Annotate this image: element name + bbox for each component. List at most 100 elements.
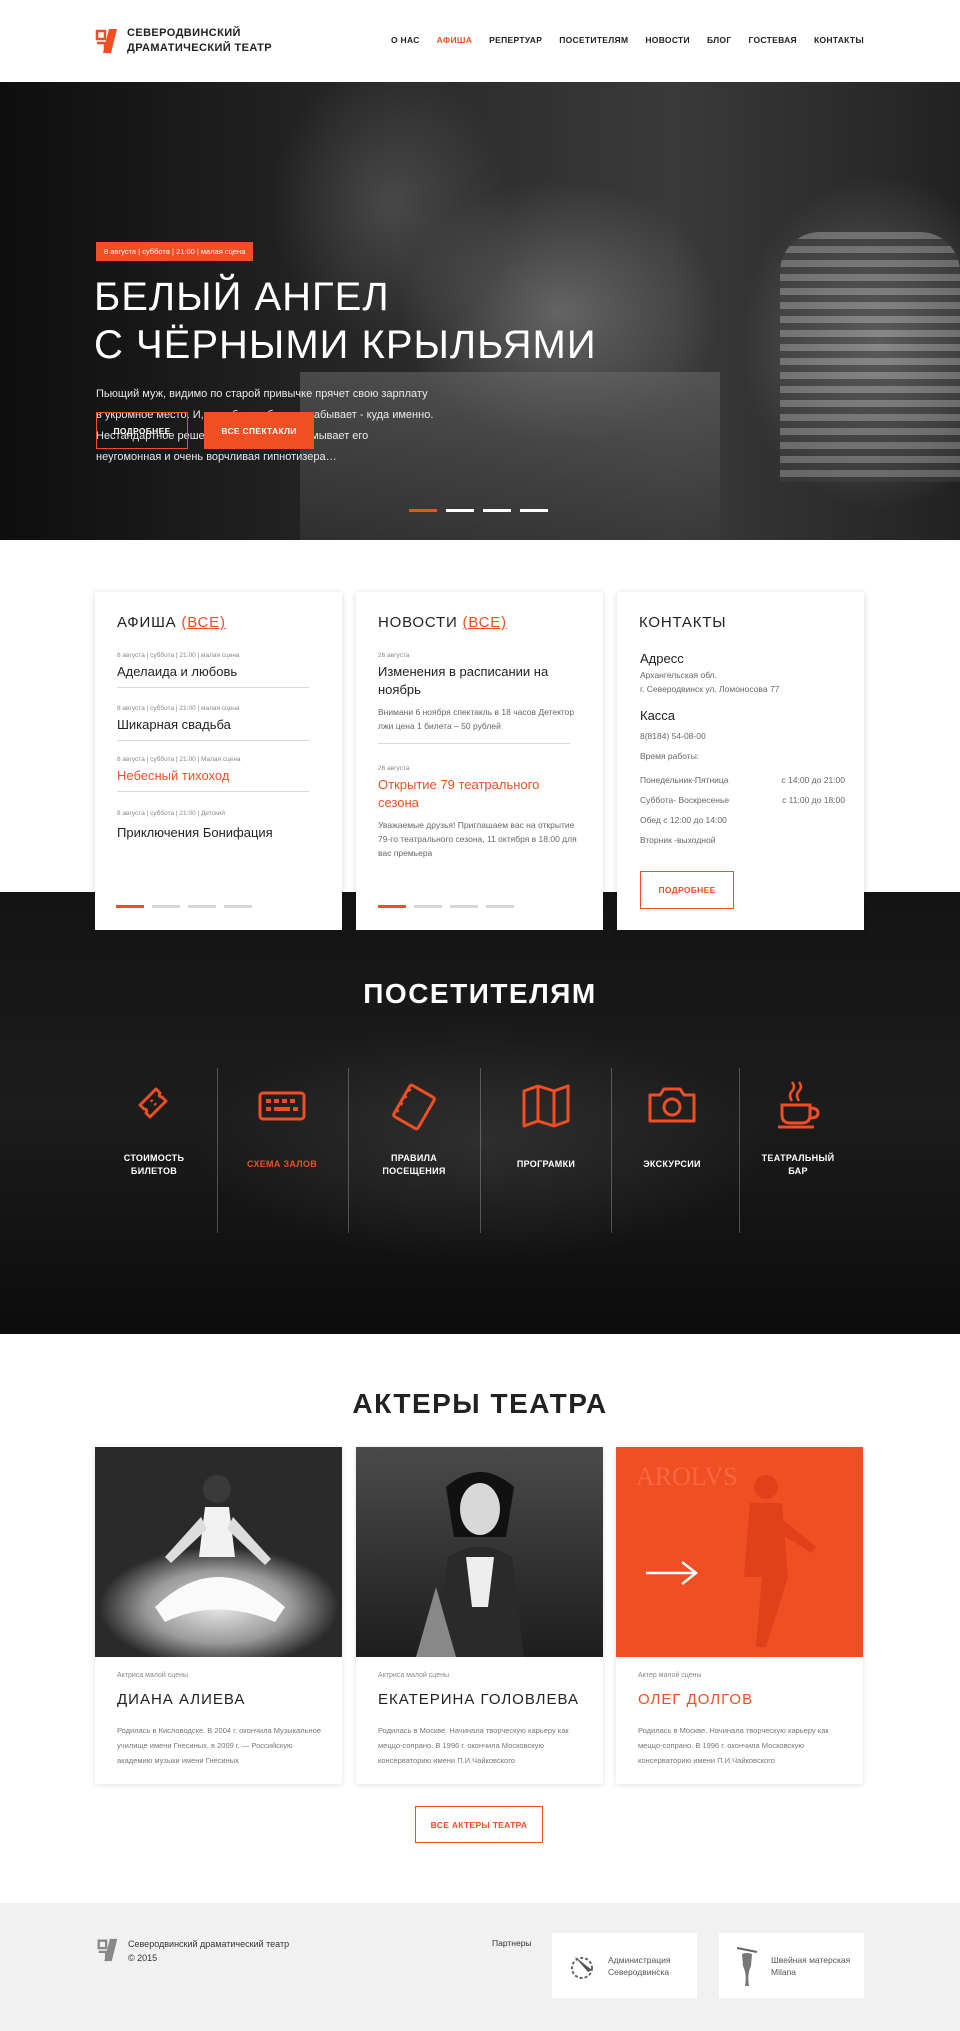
actor-name: ДИАНА АЛИЕВА [117, 1691, 246, 1708]
hero-scene-actor [780, 232, 960, 482]
partner-administration[interactable]: Администрация Северодвинска [552, 1933, 697, 1998]
logo[interactable]: Северодвинский драматический театр [95, 26, 272, 56]
afisha-event[interactable]: 8 августа | суббота | 21:00 | малая сцен… [117, 652, 309, 688]
event-meta: 8 августа | суббота | 21:00 | малая сцен… [117, 652, 240, 659]
visitor-item-bar[interactable]: ТЕАТРАЛЬНЫЙ БАР [733, 1070, 863, 1178]
event-meta: 8 августа | суббота | 21:00 | Малая сцен… [117, 756, 241, 763]
day-off: Вторник -выходной [640, 835, 716, 845]
actor-photo [95, 1447, 342, 1657]
opening-hours: Понедельник-Пятница с 14:00 до 21:00 Субб… [640, 770, 845, 850]
actor-role: Актер малой сцены [638, 1672, 702, 1679]
afisha-all-link[interactable]: (ВСЕ) [181, 614, 225, 631]
address-line: г. Северодвинск ул. Ломоносова 77 [640, 684, 780, 694]
address-label: Адресс [640, 651, 684, 666]
hero-title-line2: С ЧЁРНЫМИ КРЫЛЬЯМИ [94, 323, 597, 367]
nav-blog[interactable]: БЛОГ [707, 35, 732, 45]
actor-card[interactable]: AROLVS Актер малой сцены ОЛЕГ ДОЛГОВ Род… [616, 1447, 863, 1784]
pager-dot[interactable] [486, 905, 514, 908]
nav-guestbook[interactable]: ГОСТЕВАЯ [748, 35, 796, 45]
footer-copyright: © 2015 [128, 1953, 158, 1963]
contacts-more-button[interactable]: ПОДРОБНЕЕ [640, 871, 734, 909]
pager-dot[interactable] [152, 905, 180, 908]
afisha-event[interactable]: 8 августа | суббота | 21:00 | малая сцен… [117, 705, 309, 741]
visitor-item-programs[interactable]: ПРОГРАМКИ [481, 1070, 611, 1171]
visitor-label: СТОИМОСТЬ БИЛЕТОВ [123, 1153, 185, 1176]
hero-desc-line: Пьющий муж, видимо по старой привычке пр… [96, 388, 428, 400]
pager-dot[interactable] [378, 905, 406, 908]
visitor-item-hall-scheme[interactable]: СХЕМА ЗАЛОВ [217, 1070, 347, 1171]
coffee-icon [733, 1070, 863, 1140]
slide-dot[interactable] [520, 509, 548, 512]
visitor-item-tickets[interactable]: СТОИМОСТЬ БИЛЕТОВ [89, 1070, 219, 1178]
news-item[interactable]: 26 августа Изменения в расписании на ноя… [378, 652, 583, 744]
actor-name: ЕКАТЕРИНА ГОЛОВЛЕВА [378, 1691, 580, 1708]
news-date: 26 августа [378, 652, 410, 659]
pager-dot[interactable] [224, 905, 252, 908]
hero-title: БЕЛЫЙ АНГЕЛ С ЧЁРНЫМИ КРЫЛЬЯМИ [94, 273, 597, 369]
actor-card[interactable]: Актриса малой сцены ЕКАТЕРИНА ГОЛОВЛЕВА … [356, 1447, 603, 1784]
all-actors-button[interactable]: ВСЕ АКТЕРЫ ТЕАТРА [415, 1806, 543, 1843]
footer-theatre-name: Северодвинский драматический театр [128, 1939, 290, 1949]
footer-logo[interactable]: Северодвинский драматический театр © 201… [96, 1937, 289, 1965]
nav-about[interactable]: О НАС [391, 35, 420, 45]
slide-dot[interactable] [446, 509, 474, 512]
news-headline: Открытие 79 театрального сезона [378, 777, 540, 810]
visitor-item-excursions[interactable]: ЭКСКУРСИИ [607, 1070, 737, 1171]
actor-role: Актриса малой сцены [117, 1672, 188, 1679]
visitor-label: ПРАВИЛА ПОСЕЩЕНИЯ [382, 1153, 446, 1176]
kassa-phone[interactable]: 8(8184) 54-08-00 [640, 729, 706, 743]
afisha-title: АФИША (ВСЕ) [117, 614, 226, 631]
news-date: 26 августа [378, 765, 410, 772]
actor-photo [356, 1447, 603, 1657]
hours-row: Суббота- Воскресенье с 11:00 до 18:00 [640, 795, 845, 805]
nav-afisha[interactable]: АФИША [437, 35, 472, 45]
event-name: Небесный тихоход [117, 768, 230, 783]
news-title: НОВОСТИ (ВСЕ) [378, 614, 507, 631]
news-text: Внимани 6 ноября спектакль в 18 часов Де… [378, 707, 575, 731]
nav-visitors[interactable]: ПОСЕТИТЕЛЯМ [559, 35, 628, 45]
administration-emblem-icon [571, 1955, 593, 1979]
pager-dot[interactable] [450, 905, 478, 908]
actor-photo: AROLVS [616, 1447, 863, 1657]
afisha-event[interactable]: 8 августа | суббота | 21:00 | Детский Пр… [117, 810, 309, 840]
hero-title-line1: БЕЛЫЙ АНГЕЛ [94, 275, 390, 319]
actor-card[interactable]: Актриса малой сцены ДИАНА АЛИЕВА Родилас… [95, 1447, 342, 1784]
event-name: Шикарная свадьба [117, 717, 231, 732]
logo-line1: Северодвинский [127, 27, 241, 39]
slide-dot[interactable] [483, 509, 511, 512]
mannequin-icon [736, 1946, 758, 1986]
address-line: Архангельская обл. [640, 670, 718, 680]
nav-news[interactable]: НОВОСТИ [645, 35, 690, 45]
slide-dot[interactable] [409, 509, 437, 512]
ticket-icon [89, 1070, 219, 1140]
hero-all-shows-button[interactable]: ВСЕ СПЕКТАКЛИ [204, 412, 314, 449]
pager-dot[interactable] [188, 905, 216, 908]
afisha-event[interactable]: 8 августа | суббота | 21:00 | Малая сцен… [117, 756, 309, 792]
site-footer: Северодвинский драматический театр © 201… [0, 1903, 960, 2031]
divider [117, 687, 309, 688]
news-all-link[interactable]: (ВСЕ) [463, 614, 507, 631]
pager-dot[interactable] [116, 905, 144, 908]
hours-row: Понедельник-Пятница с 14:00 до 21:00 [640, 775, 845, 785]
news-headline: Изменения в расписании на ноябрь [378, 664, 549, 697]
partner-name: Швейная матерская Milana [771, 1954, 851, 1977]
contacts-title: КОНТАКТЫ [639, 614, 727, 631]
visitor-label: ПРОГРАМКИ [516, 1159, 576, 1169]
nav-contacts[interactable]: КОНТАКТЫ [814, 35, 864, 45]
hero-more-button[interactable]: ПОДРОБНЕЕ [96, 412, 188, 449]
news-item[interactable]: 26 августа Открытие 79 театрального сезо… [378, 765, 583, 860]
hero-slide-indicators [409, 509, 548, 512]
news-pager [378, 905, 514, 908]
main-nav: О НАС АФИША РЕПЕРТУАР ПОСЕТИТЕЛЯМ НОВОСТ… [391, 35, 864, 45]
news-text: Уважаемые друзья! Приглашаем вас на откр… [378, 820, 577, 858]
partner-milana[interactable]: Швейная матерская Milana [719, 1933, 864, 1998]
actor-bio: Родилась в Москве. Начинала творческую к… [378, 1726, 569, 1765]
map-icon [481, 1070, 611, 1140]
nav-repertoire[interactable]: РЕПЕРТУАР [489, 35, 542, 45]
pager-dot[interactable] [414, 905, 442, 908]
visitor-label: СХЕМА ЗАЛОВ [246, 1159, 318, 1169]
logo-line2: драматический театр [127, 42, 273, 54]
actors-title: АКТЕРЫ ТЕАТРА [352, 1388, 608, 1419]
arrow-right-icon[interactable] [644, 1559, 700, 1587]
visitor-item-rules[interactable]: ПРАВИЛА ПОСЕЩЕНИЯ [349, 1070, 479, 1178]
